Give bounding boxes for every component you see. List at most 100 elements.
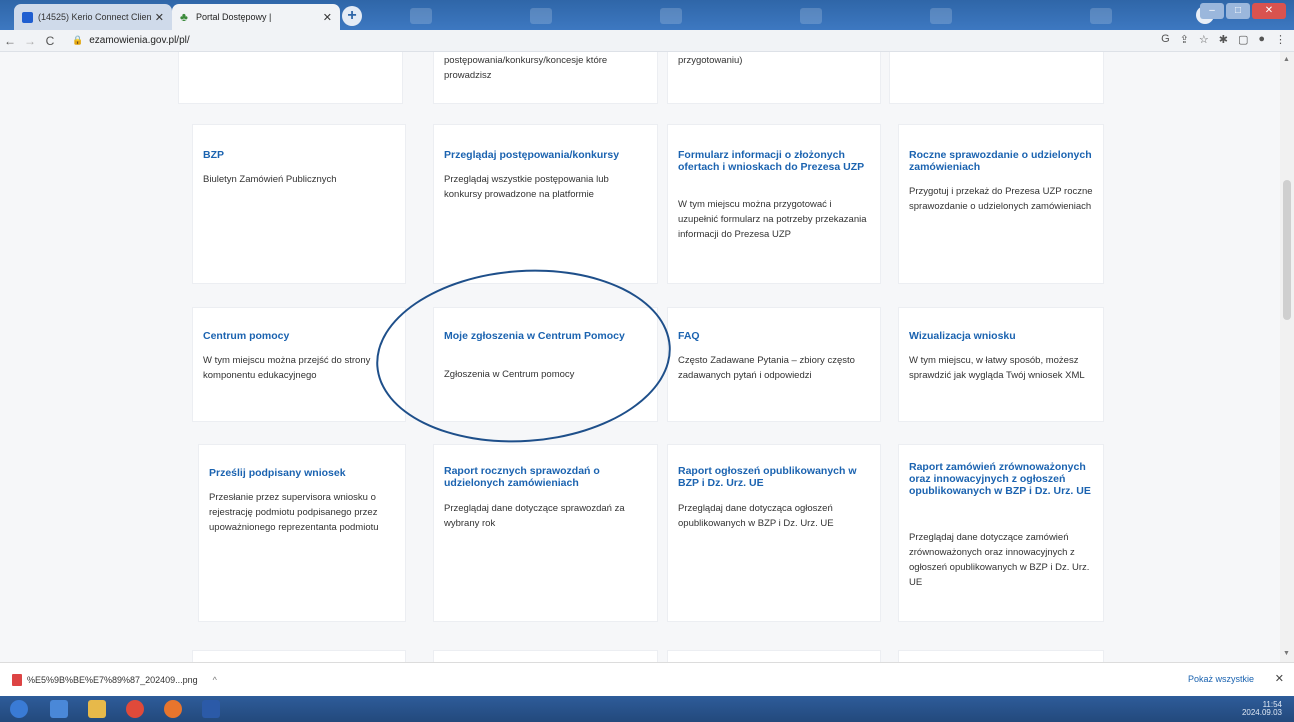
scroll-down-icon[interactable]: ▼ xyxy=(1283,650,1290,657)
card-description: W tym miejscu można przejść do strony ko… xyxy=(203,355,371,381)
blurred-icon xyxy=(410,8,432,24)
tab-title: (14525) Kerio Connect Client - h xyxy=(38,12,151,22)
card-title[interactable]: Raport ogłoszeń opublikowanych w BZP i D… xyxy=(678,465,878,489)
card-title[interactable]: Raport zamówień zrównoważonych oraz inno… xyxy=(909,461,1109,497)
card[interactable] xyxy=(667,650,881,662)
share-icon[interactable]: ⇪ xyxy=(1180,33,1189,46)
card[interactable]: przygotowaniu) xyxy=(667,52,881,104)
card[interactable] xyxy=(433,650,658,662)
kerio-icon xyxy=(22,11,33,23)
card-title[interactable]: BZP xyxy=(203,149,403,161)
card[interactable]: postępowania/konkursy/koncesje które pro… xyxy=(433,52,658,104)
card-description: Zgłoszenia w Centrum pomocy xyxy=(444,369,575,380)
card-offers-form[interactable]: Formularz informacji o złożonych ofertac… xyxy=(667,124,881,284)
forward-icon[interactable]: → xyxy=(20,34,40,48)
new-tab-button[interactable]: + xyxy=(342,6,362,26)
show-all-downloads-link[interactable]: Pokaż wszystkie xyxy=(1188,674,1254,684)
card-description: przygotowaniu) xyxy=(678,55,743,66)
blurred-icon xyxy=(660,8,682,24)
card-bzp[interactable]: BZP Biuletyn Zamówień Publicznych xyxy=(192,124,406,284)
taskbar-app-icon[interactable] xyxy=(50,700,68,718)
maximize-icon[interactable]: □ xyxy=(1226,3,1250,19)
window-controls: – □ ✕ xyxy=(1200,3,1286,23)
scroll-up-icon[interactable]: ▲ xyxy=(1283,56,1290,63)
close-window-icon[interactable]: ✕ xyxy=(1252,3,1286,19)
card-sustainable-report[interactable]: Raport zamówień zrównoważonych oraz inno… xyxy=(898,444,1104,622)
file-icon xyxy=(12,674,22,686)
card-description: Przeglądaj dane dotyczące zamówień zrówn… xyxy=(909,532,1090,588)
portal-icon: ♣ xyxy=(180,9,188,24)
blurred-icon xyxy=(1090,8,1112,24)
page-content: postępowania/konkursy/koncesje które pro… xyxy=(0,52,1280,662)
card-title[interactable]: FAQ xyxy=(678,330,878,342)
download-file-name: %E5%9B%BE%E7%89%87_202409...png xyxy=(27,675,198,685)
card-send-signed[interactable]: Prześlij podpisany wniosek Przesłanie pr… xyxy=(198,444,406,622)
scroll-thumb[interactable] xyxy=(1283,180,1291,320)
clock-date: 2024.09.03 xyxy=(1241,708,1282,717)
chevron-up-icon[interactable]: ^ xyxy=(213,675,217,685)
tab-kerio[interactable]: (14525) Kerio Connect Client - h ✕ xyxy=(14,4,172,30)
folder-icon[interactable] xyxy=(88,700,106,718)
lock-icon: 🔒 xyxy=(72,35,84,45)
firefox-icon[interactable] xyxy=(164,700,182,718)
close-icon[interactable]: ✕ xyxy=(1275,672,1284,685)
card[interactable] xyxy=(178,52,403,104)
download-item[interactable]: %E5%9B%BE%E7%89%87_202409...png ^ xyxy=(12,674,217,686)
sidepanel-icon[interactable]: ▢ xyxy=(1238,33,1248,46)
close-icon[interactable]: ✕ xyxy=(155,11,164,24)
card-annual-reports-summary[interactable]: Raport rocznych sprawozdań o udzielonych… xyxy=(433,444,658,622)
card-title[interactable]: Wizualizacja wniosku xyxy=(909,330,1109,342)
download-bar: %E5%9B%BE%E7%89%87_202409...png ^ Pokaż … xyxy=(0,662,1294,696)
extensions-icon[interactable]: ✱ xyxy=(1219,33,1228,46)
card-description: Przeglądaj dane dotyczące sprawozdań za … xyxy=(444,503,625,529)
reload-icon[interactable]: C xyxy=(40,34,60,48)
page-scrollbar[interactable]: ▲ ▼ xyxy=(1280,52,1294,662)
close-icon[interactable]: ✕ xyxy=(323,11,332,24)
url-field[interactable]: 🔒 ezamowienia.gov.pl/pl/ xyxy=(72,35,190,46)
system-tray[interactable]: 11:54 2024.09.03 xyxy=(1242,701,1282,717)
windows-taskbar: 11:54 2024.09.03 xyxy=(0,696,1294,722)
card-faq[interactable]: FAQ Często Zadawane Pytania – zbiory czę… xyxy=(667,307,881,422)
browser-tab-bar: (14525) Kerio Connect Client - h ✕ ♣ Por… xyxy=(0,0,1294,30)
menu-icon[interactable]: ⋮ xyxy=(1275,33,1286,46)
card-browse-proceedings[interactable]: Przeglądaj postępowania/konkursy Przeglą… xyxy=(433,124,658,284)
google-icon[interactable]: G xyxy=(1161,33,1170,46)
back-icon[interactable]: ← xyxy=(0,34,20,48)
tab-title: Portal Dostępowy | xyxy=(196,12,272,22)
card-help-center[interactable]: Centrum pomocy W tym miejscu można przej… xyxy=(192,307,406,422)
card-title[interactable]: Centrum pomocy xyxy=(203,330,403,342)
profile-small-icon[interactable]: ● xyxy=(1258,33,1265,46)
url-text: ezamowienia.gov.pl/pl/ xyxy=(89,35,190,46)
card-visualization[interactable]: Wizualizacja wniosku W tym miejscu, w ła… xyxy=(898,307,1104,422)
card-description: Przesłanie przez supervisora wniosku o r… xyxy=(209,492,379,533)
card-annual-report[interactable]: Roczne sprawozdanie o udzielonych zamówi… xyxy=(898,124,1104,284)
word-icon[interactable] xyxy=(202,700,220,718)
card-title[interactable]: Prześlij podpisany wniosek xyxy=(209,467,409,479)
card-description: Często Zadawane Pytania – zbiory często … xyxy=(678,355,855,381)
card-description: Przeglądaj dane dotycząca ogłoszeń opubl… xyxy=(678,503,834,529)
card-my-requests[interactable]: Moje zgłoszenia w Centrum Pomocy Zgłosze… xyxy=(433,307,658,422)
card-description: W tym miejscu można przygotować i uzupeł… xyxy=(678,199,867,240)
card-notices-report[interactable]: Raport ogłoszeń opublikowanych w BZP i D… xyxy=(667,444,881,622)
minimize-icon[interactable]: – xyxy=(1200,3,1224,19)
card-description: W tym miejscu, w łatwy sposób, możesz sp… xyxy=(909,355,1085,381)
card-description: postępowania/konkursy/koncesje które pro… xyxy=(444,55,608,81)
chrome-icon[interactable] xyxy=(126,700,144,718)
blurred-icon xyxy=(530,8,552,24)
card-description: Biuletyn Zamówień Publicznych xyxy=(203,174,337,185)
card-description: Przygotuj i przekaż do Prezesa UZP roczn… xyxy=(909,186,1093,212)
star-icon[interactable]: ☆ xyxy=(1199,33,1209,46)
card-title[interactable]: Raport rocznych sprawozdań o udzielonych… xyxy=(444,465,644,489)
card[interactable] xyxy=(898,650,1104,662)
card-title[interactable]: Moje zgłoszenia w Centrum Pomocy xyxy=(444,330,644,342)
card-title[interactable]: Roczne sprawozdanie o udzielonych zamówi… xyxy=(909,149,1109,173)
card-title[interactable]: Formularz informacji o złożonych ofertac… xyxy=(678,149,878,173)
card[interactable] xyxy=(192,650,406,662)
blurred-icon xyxy=(930,8,952,24)
start-icon[interactable] xyxy=(10,700,28,718)
tab-portal[interactable]: ♣ Portal Dostępowy | ✕ xyxy=(172,4,340,30)
card[interactable] xyxy=(889,52,1104,104)
card-title[interactable]: Przeglądaj postępowania/konkursy xyxy=(444,149,644,161)
address-bar: ← → C 🔒 ezamowienia.gov.pl/pl/ G ⇪ ☆ ✱ ▢… xyxy=(0,30,1294,52)
card-description: Przeglądaj wszystkie postępowania lub ko… xyxy=(444,174,609,200)
